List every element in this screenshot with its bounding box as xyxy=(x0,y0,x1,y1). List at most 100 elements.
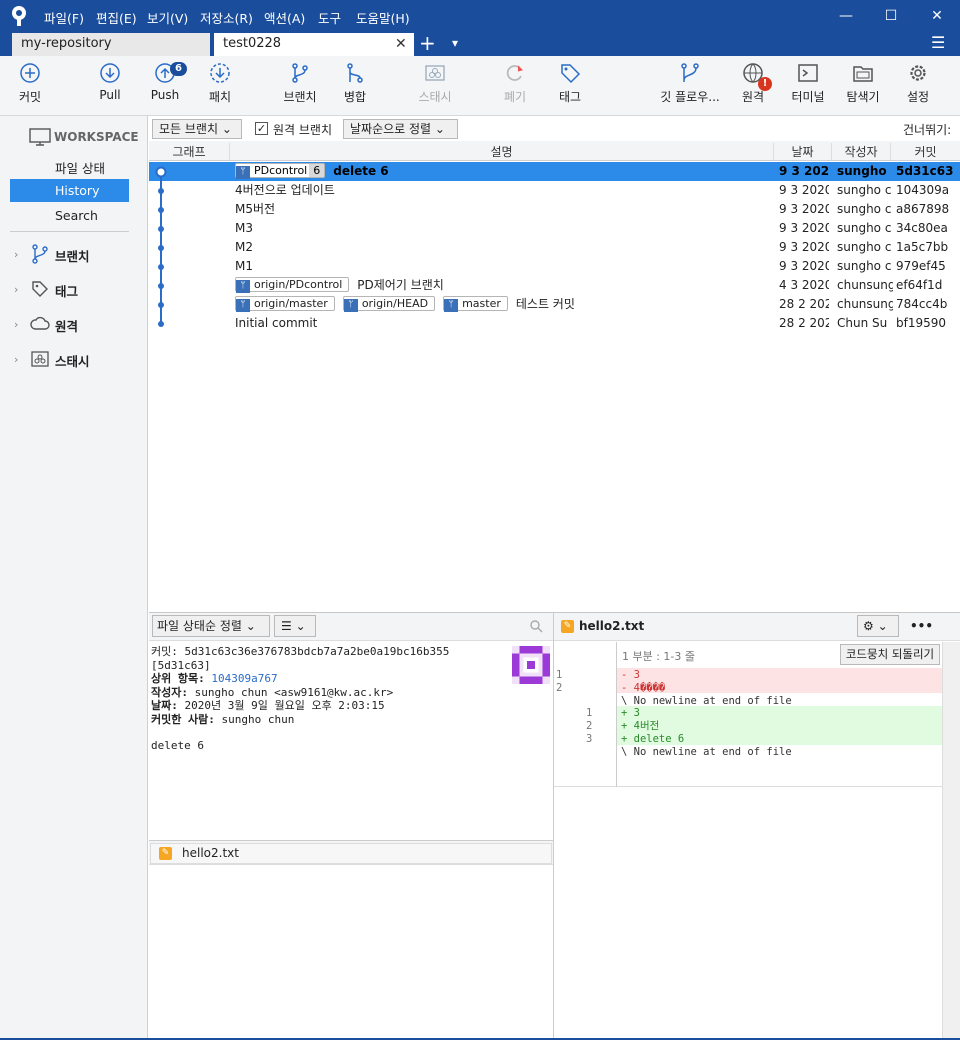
column-graph[interactable]: 그래프 xyxy=(149,143,229,160)
settings-button[interactable]: 설정 xyxy=(883,62,953,105)
patch-button[interactable]: 패치 xyxy=(185,62,255,105)
modified-file-icon: ✎ xyxy=(561,620,574,633)
table-row[interactable]: ᛘ origin/PDcontrol PD제어기 브랜치 4 3 2020 chun… xyxy=(149,276,960,295)
stash-button[interactable]: 스태시 xyxy=(400,62,470,105)
commit-author: sungho xyxy=(837,164,887,178)
menu-tools[interactable]: 도구 xyxy=(318,8,341,27)
table-row[interactable]: ᛘ PDcontrol6 delete 6 9 3 2020 sungho 5d31… xyxy=(149,162,960,181)
search-icon[interactable] xyxy=(529,619,543,633)
file-name: hello2.txt xyxy=(182,846,239,860)
line-text: - 4���� xyxy=(621,681,666,694)
tag-button[interactable]: 태그 xyxy=(535,62,605,105)
old-line-number: 2 xyxy=(556,681,563,694)
graph-node xyxy=(158,226,164,232)
commit-message: M2 xyxy=(235,240,253,254)
branch-tag[interactable]: ᛘ origin/HEAD xyxy=(342,296,436,312)
branch-tag[interactable]: ᛘ origin/master xyxy=(235,296,335,312)
table-row[interactable]: M5버전 9 3 2020 sungho c a867898 xyxy=(149,200,960,219)
commit-hash: a867898 xyxy=(896,202,950,216)
commit-hash: ef64f1d xyxy=(896,278,943,292)
line-text: \ No newline at end of file xyxy=(621,694,792,707)
hamburger-menu-icon[interactable]: ☰ xyxy=(931,33,945,52)
branch-tag[interactable]: ᛘ master xyxy=(443,296,508,312)
sort-dropdown[interactable]: 날짜순으로 정렬 ⌄ xyxy=(343,119,458,139)
column-description[interactable]: 설명 xyxy=(229,143,773,160)
sidebar-divider xyxy=(10,231,129,232)
menu-file[interactable]: 파일(F) xyxy=(44,8,84,27)
diff-line: 1 + 3 xyxy=(554,707,942,720)
tag-label: origin/HEAD xyxy=(361,297,429,310)
branch-label: 브랜치 xyxy=(283,90,317,104)
chevron-right-icon[interactable]: › xyxy=(14,248,18,261)
modified-file-icon: ✎ xyxy=(159,847,172,860)
commit-hash: bf19590 xyxy=(896,316,947,330)
diff-scrollbar[interactable] xyxy=(942,642,960,1040)
branch-tag[interactable]: ᛘ origin/PDcontrol xyxy=(235,277,350,293)
diff-line: 3 + delete 6 xyxy=(554,733,942,746)
commit-button[interactable]: 커밋 xyxy=(0,62,65,105)
close-window-button[interactable]: ✕ xyxy=(914,0,960,32)
remote-branches-checkbox[interactable]: ✓ xyxy=(255,122,268,135)
chevron-right-icon[interactable]: › xyxy=(14,318,18,331)
line-text: \ No newline at end of file xyxy=(621,745,792,758)
commit-author: sungho c xyxy=(837,183,892,197)
sidebar-item-file-status[interactable]: 파일 상태 xyxy=(55,158,105,177)
date-label: 날짜: xyxy=(151,699,178,712)
sidebar-section-branches[interactable]: 브랜치 xyxy=(55,246,90,265)
more-options-icon[interactable]: ••• xyxy=(910,619,933,633)
close-tab-icon[interactable]: ✕ xyxy=(395,36,407,52)
sidebar-item-search[interactable]: Search xyxy=(55,208,98,223)
menu-repository[interactable]: 저장소(R) xyxy=(200,8,253,27)
table-row[interactable]: ᛘ origin/master ᛘ origin/HEAD ᛘ master 테스트 커밋 … xyxy=(149,295,960,314)
chevron-right-icon[interactable]: › xyxy=(14,353,18,366)
gitflow-icon xyxy=(681,63,699,82)
branch-filter-dropdown[interactable]: 모든 브랜치 ⌄ xyxy=(152,119,242,139)
date-value: 2020년 3월 9일 월요일 오후 2:03:15 xyxy=(184,699,385,712)
view-mode-dropdown[interactable]: ☰ ⌄ xyxy=(274,615,316,637)
graph-node xyxy=(158,264,164,270)
revert-hunk-button[interactable]: 코드뭉치 되돌리기 xyxy=(840,644,940,665)
tab-dropdown-icon[interactable]: ▾ xyxy=(452,36,458,50)
commit-date: 4 3 2020 xyxy=(779,278,829,292)
hunk-header: 1 부분 : 1-3 줄 xyxy=(622,650,696,663)
branch-icon: ᛘ xyxy=(236,166,250,179)
sidebar-section-tags[interactable]: 태그 xyxy=(55,281,78,300)
table-row[interactable]: 4버전으로 업데이트 9 3 2020 sungho c 104309a xyxy=(149,181,960,200)
merge-button[interactable]: 병합 xyxy=(320,62,390,105)
branch-tag[interactable]: ᛘ PDcontrol 6 xyxy=(235,163,326,179)
sourcetree-logo-icon xyxy=(12,6,26,26)
file-sort-dropdown[interactable]: 파일 상태순 정렬 ⌄ xyxy=(152,615,270,637)
table-row[interactable]: M3 9 3 2020 sungho c 34c80ea xyxy=(149,219,960,238)
menu-help[interactable]: 도움말(H) xyxy=(356,8,410,27)
gitflow-button[interactable]: 깃 플로우... xyxy=(655,62,725,105)
remote-branches-label: 원격 브랜치 xyxy=(273,123,333,137)
stash-icon xyxy=(425,65,445,81)
column-commit[interactable]: 커밋 xyxy=(890,143,960,160)
commit-hash: 104309a xyxy=(896,183,950,197)
chevron-right-icon[interactable]: › xyxy=(14,283,18,296)
menu-actions[interactable]: 액션(A) xyxy=(264,8,305,27)
parent-hash-link[interactable]: 104309a767 xyxy=(211,672,277,685)
maximize-button[interactable]: ☐ xyxy=(868,0,914,32)
table-row[interactable]: M1 9 3 2020 sungho c 979ef45 xyxy=(149,257,960,276)
column-author[interactable]: 작성자 xyxy=(831,143,890,160)
table-row[interactable]: M2 9 3 2020 sungho c 1a5c7bb xyxy=(149,238,960,257)
sidebar-section-stashes[interactable]: 스태시 xyxy=(55,351,90,370)
diff-line: 2 - 4���� xyxy=(554,682,942,695)
tab-my-repository[interactable]: my-repository xyxy=(12,33,210,56)
menu-view[interactable]: 보기(V) xyxy=(147,8,188,27)
menu-edit[interactable]: 편집(E) xyxy=(96,8,137,27)
graph-node xyxy=(158,207,164,213)
minimize-button[interactable]: — xyxy=(823,0,869,32)
diff-options-button[interactable]: ⚙ ⌄ xyxy=(857,615,899,637)
sidebar-history-label: History xyxy=(55,183,100,198)
commit-graph xyxy=(155,166,167,327)
column-date[interactable]: 날짜 xyxy=(773,143,831,160)
add-tab-icon[interactable]: + xyxy=(419,31,436,55)
tab-test0228[interactable]: test0228 xyxy=(214,33,414,56)
sidebar-section-remotes[interactable]: 원격 xyxy=(55,316,78,335)
table-row[interactable]: Initial commit 28 2 202 Chun Su bf19590 xyxy=(149,314,960,333)
discard-label: 폐기 xyxy=(503,90,527,104)
avatar xyxy=(512,646,550,684)
author-line: 작성자: sungho chun <asw9161@kw.ac.kr> xyxy=(151,686,449,700)
